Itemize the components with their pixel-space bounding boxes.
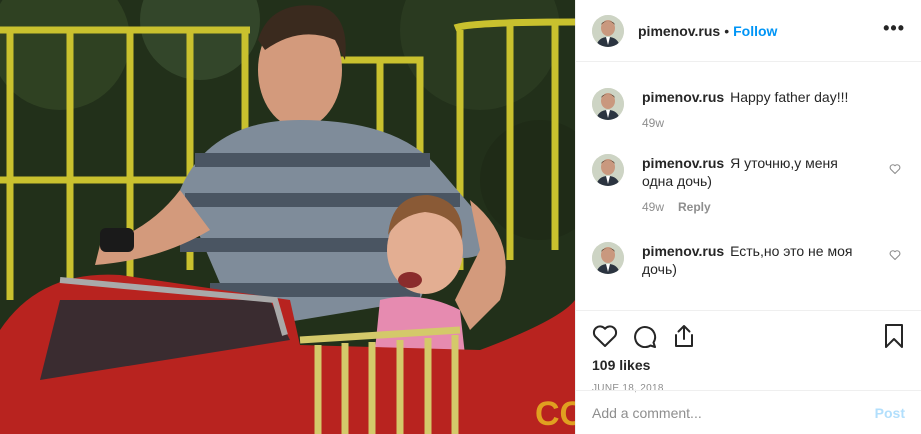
svg-text:CC: CC [535,395,575,433]
more-options-icon[interactable]: ••• [883,19,905,43]
comment-icon[interactable] [632,324,658,348]
photo-image: CC [0,0,575,434]
follow-button[interactable]: Follow [733,23,777,39]
heart-icon[interactable] [592,324,618,348]
avatar[interactable] [592,242,624,274]
share-icon[interactable] [672,323,696,349]
comment-body: pimenov.rus Я уточню,у меня одна дочь) 4… [642,154,872,240]
comment-text: Happy father day!!! [730,89,849,105]
comment-username[interactable]: pimenov.rus [642,89,724,105]
separator-dot: • [724,22,730,39]
post-photo[interactable]: CC [0,0,575,434]
comment-input[interactable] [592,404,875,421]
comment-item: pimenov.rus Happy father day!!! 49w [592,62,905,154]
bookmark-icon[interactable] [883,323,905,349]
post-header: pimenov.rus • Follow ••• [576,0,921,62]
comments-list[interactable]: pimenov.rus Happy father day!!! 49w pime… [576,62,921,310]
side-panel: pimenov.rus • Follow ••• pimenov.rus Hap… [575,0,921,434]
comment-time[interactable]: 49w [642,114,664,132]
comment-like-heart-icon[interactable] [889,248,901,264]
comment-time[interactable]: 49w [642,198,664,216]
reply-button[interactable]: Reply [678,198,711,216]
post-actions: 109 likes JUNE 18, 2018 Post [576,310,921,434]
comment-like-heart-icon[interactable] [889,162,901,178]
comment-item: pimenov.rus Есть,но это не моя дочь) [592,240,905,278]
comment-item: pimenov.rus Я уточню,у меня одна дочь) 4… [592,154,905,240]
avatar[interactable] [592,154,624,186]
add-comment-bar: Post [576,390,921,434]
comment-body: pimenov.rus Happy father day!!! 49w [642,88,872,154]
avatar[interactable] [592,14,624,47]
comment-username[interactable]: pimenov.rus [642,243,724,259]
username-link[interactable]: pimenov.rus [638,23,720,39]
post-button[interactable]: Post [875,405,905,421]
comment-meta: 49w [642,114,872,132]
likes-count[interactable]: 109 likes [592,357,905,373]
instagram-post: CC pimenov.rus • Follow ••• pimenov.rus … [0,0,921,434]
action-icons [592,311,905,361]
avatar[interactable] [592,88,624,120]
comment-meta: 49w Reply [642,198,872,216]
comment-username[interactable]: pimenov.rus [642,155,724,171]
comment-body: pimenov.rus Есть,но это не моя дочь) [642,242,872,278]
